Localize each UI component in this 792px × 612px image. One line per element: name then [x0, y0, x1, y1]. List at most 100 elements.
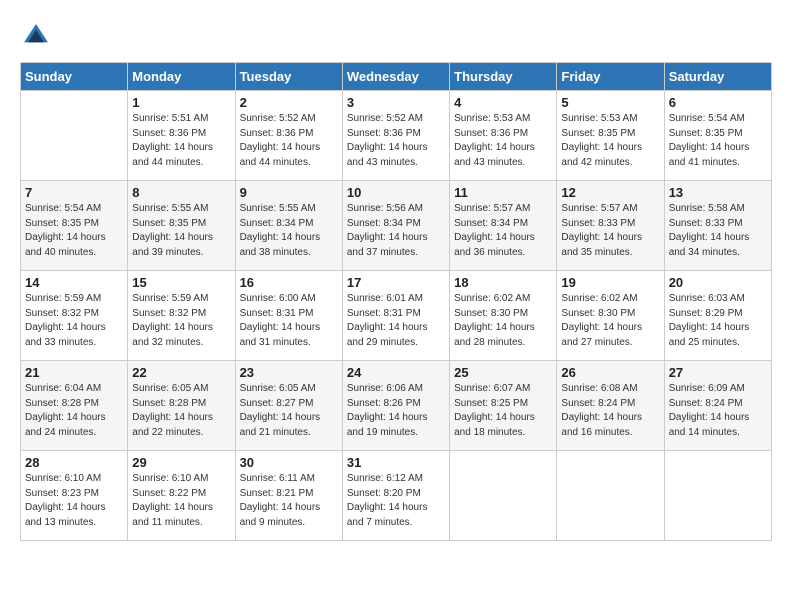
day-number: 11	[454, 185, 552, 200]
week-row-5: 28 Sunrise: 6:10 AMSunset: 8:23 PMDaylig…	[21, 451, 772, 541]
day-number: 3	[347, 95, 445, 110]
day-info: Sunrise: 6:10 AMSunset: 8:23 PMDaylight:…	[25, 472, 123, 530]
day-cell: 30 Sunrise: 6:11 AMSunset: 8:21 PMDaylig…	[235, 451, 342, 541]
day-number: 7	[25, 185, 123, 200]
day-cell: 20 Sunrise: 6:03 AMSunset: 8:29 PMDaylig…	[664, 271, 771, 361]
day-cell: 1 Sunrise: 5:51 AMSunset: 8:36 PMDayligh…	[128, 91, 235, 181]
day-cell: 11 Sunrise: 5:57 AMSunset: 8:34 PMDaylig…	[450, 181, 557, 271]
day-cell: 13 Sunrise: 5:58 AMSunset: 8:33 PMDaylig…	[664, 181, 771, 271]
weekday-header-row: SundayMondayTuesdayWednesdayThursdayFrid…	[21, 63, 772, 91]
day-number: 22	[132, 365, 230, 380]
day-cell: 23 Sunrise: 6:05 AMSunset: 8:27 PMDaylig…	[235, 361, 342, 451]
day-info: Sunrise: 5:55 AMSunset: 8:34 PMDaylight:…	[240, 202, 338, 260]
day-cell: 9 Sunrise: 5:55 AMSunset: 8:34 PMDayligh…	[235, 181, 342, 271]
day-info: Sunrise: 6:12 AMSunset: 8:20 PMDaylight:…	[347, 472, 445, 530]
day-info: Sunrise: 6:04 AMSunset: 8:28 PMDaylight:…	[25, 382, 123, 440]
day-info: Sunrise: 5:57 AMSunset: 8:33 PMDaylight:…	[561, 202, 659, 260]
week-row-3: 14 Sunrise: 5:59 AMSunset: 8:32 PMDaylig…	[21, 271, 772, 361]
day-cell	[557, 451, 664, 541]
day-info: Sunrise: 6:09 AMSunset: 8:24 PMDaylight:…	[669, 382, 767, 440]
day-cell: 15 Sunrise: 5:59 AMSunset: 8:32 PMDaylig…	[128, 271, 235, 361]
day-cell: 16 Sunrise: 6:00 AMSunset: 8:31 PMDaylig…	[235, 271, 342, 361]
day-cell: 27 Sunrise: 6:09 AMSunset: 8:24 PMDaylig…	[664, 361, 771, 451]
day-number: 30	[240, 455, 338, 470]
day-cell: 28 Sunrise: 6:10 AMSunset: 8:23 PMDaylig…	[21, 451, 128, 541]
weekday-saturday: Saturday	[664, 63, 771, 91]
day-number: 21	[25, 365, 123, 380]
day-cell: 17 Sunrise: 6:01 AMSunset: 8:31 PMDaylig…	[342, 271, 449, 361]
day-cell: 4 Sunrise: 5:53 AMSunset: 8:36 PMDayligh…	[450, 91, 557, 181]
day-cell: 21 Sunrise: 6:04 AMSunset: 8:28 PMDaylig…	[21, 361, 128, 451]
day-number: 6	[669, 95, 767, 110]
day-info: Sunrise: 5:54 AMSunset: 8:35 PMDaylight:…	[25, 202, 123, 260]
weekday-wednesday: Wednesday	[342, 63, 449, 91]
day-cell: 24 Sunrise: 6:06 AMSunset: 8:26 PMDaylig…	[342, 361, 449, 451]
day-info: Sunrise: 6:05 AMSunset: 8:27 PMDaylight:…	[240, 382, 338, 440]
calendar-body: 1 Sunrise: 5:51 AMSunset: 8:36 PMDayligh…	[21, 91, 772, 541]
day-info: Sunrise: 5:58 AMSunset: 8:33 PMDaylight:…	[669, 202, 767, 260]
day-number: 23	[240, 365, 338, 380]
calendar-table: SundayMondayTuesdayWednesdayThursdayFrid…	[20, 62, 772, 541]
day-cell: 29 Sunrise: 6:10 AMSunset: 8:22 PMDaylig…	[128, 451, 235, 541]
day-info: Sunrise: 5:59 AMSunset: 8:32 PMDaylight:…	[25, 292, 123, 350]
day-info: Sunrise: 6:01 AMSunset: 8:31 PMDaylight:…	[347, 292, 445, 350]
day-info: Sunrise: 5:54 AMSunset: 8:35 PMDaylight:…	[669, 112, 767, 170]
day-info: Sunrise: 5:52 AMSunset: 8:36 PMDaylight:…	[347, 112, 445, 170]
page-header	[20, 20, 772, 52]
day-info: Sunrise: 5:53 AMSunset: 8:35 PMDaylight:…	[561, 112, 659, 170]
day-cell: 31 Sunrise: 6:12 AMSunset: 8:20 PMDaylig…	[342, 451, 449, 541]
weekday-thursday: Thursday	[450, 63, 557, 91]
day-info: Sunrise: 5:57 AMSunset: 8:34 PMDaylight:…	[454, 202, 552, 260]
day-cell: 10 Sunrise: 5:56 AMSunset: 8:34 PMDaylig…	[342, 181, 449, 271]
day-cell: 3 Sunrise: 5:52 AMSunset: 8:36 PMDayligh…	[342, 91, 449, 181]
day-cell: 2 Sunrise: 5:52 AMSunset: 8:36 PMDayligh…	[235, 91, 342, 181]
day-cell: 8 Sunrise: 5:55 AMSunset: 8:35 PMDayligh…	[128, 181, 235, 271]
week-row-2: 7 Sunrise: 5:54 AMSunset: 8:35 PMDayligh…	[21, 181, 772, 271]
day-number: 13	[669, 185, 767, 200]
day-cell: 14 Sunrise: 5:59 AMSunset: 8:32 PMDaylig…	[21, 271, 128, 361]
calendar-header: SundayMondayTuesdayWednesdayThursdayFrid…	[21, 63, 772, 91]
day-info: Sunrise: 5:56 AMSunset: 8:34 PMDaylight:…	[347, 202, 445, 260]
logo	[20, 20, 56, 52]
day-number: 25	[454, 365, 552, 380]
day-number: 26	[561, 365, 659, 380]
day-info: Sunrise: 5:52 AMSunset: 8:36 PMDaylight:…	[240, 112, 338, 170]
day-cell: 7 Sunrise: 5:54 AMSunset: 8:35 PMDayligh…	[21, 181, 128, 271]
day-number: 1	[132, 95, 230, 110]
day-cell: 6 Sunrise: 5:54 AMSunset: 8:35 PMDayligh…	[664, 91, 771, 181]
day-info: Sunrise: 5:51 AMSunset: 8:36 PMDaylight:…	[132, 112, 230, 170]
day-cell	[664, 451, 771, 541]
logo-icon	[20, 20, 52, 52]
day-number: 17	[347, 275, 445, 290]
day-info: Sunrise: 6:11 AMSunset: 8:21 PMDaylight:…	[240, 472, 338, 530]
day-number: 19	[561, 275, 659, 290]
day-number: 24	[347, 365, 445, 380]
day-info: Sunrise: 6:08 AMSunset: 8:24 PMDaylight:…	[561, 382, 659, 440]
day-number: 16	[240, 275, 338, 290]
day-number: 18	[454, 275, 552, 290]
day-number: 4	[454, 95, 552, 110]
day-info: Sunrise: 6:03 AMSunset: 8:29 PMDaylight:…	[669, 292, 767, 350]
day-info: Sunrise: 6:02 AMSunset: 8:30 PMDaylight:…	[561, 292, 659, 350]
week-row-1: 1 Sunrise: 5:51 AMSunset: 8:36 PMDayligh…	[21, 91, 772, 181]
day-info: Sunrise: 6:02 AMSunset: 8:30 PMDaylight:…	[454, 292, 552, 350]
day-cell: 12 Sunrise: 5:57 AMSunset: 8:33 PMDaylig…	[557, 181, 664, 271]
day-number: 5	[561, 95, 659, 110]
day-number: 27	[669, 365, 767, 380]
weekday-monday: Monday	[128, 63, 235, 91]
day-number: 8	[132, 185, 230, 200]
week-row-4: 21 Sunrise: 6:04 AMSunset: 8:28 PMDaylig…	[21, 361, 772, 451]
day-number: 20	[669, 275, 767, 290]
day-info: Sunrise: 6:10 AMSunset: 8:22 PMDaylight:…	[132, 472, 230, 530]
day-info: Sunrise: 6:00 AMSunset: 8:31 PMDaylight:…	[240, 292, 338, 350]
day-cell: 5 Sunrise: 5:53 AMSunset: 8:35 PMDayligh…	[557, 91, 664, 181]
day-info: Sunrise: 6:06 AMSunset: 8:26 PMDaylight:…	[347, 382, 445, 440]
day-info: Sunrise: 6:07 AMSunset: 8:25 PMDaylight:…	[454, 382, 552, 440]
day-info: Sunrise: 6:05 AMSunset: 8:28 PMDaylight:…	[132, 382, 230, 440]
day-number: 28	[25, 455, 123, 470]
day-number: 14	[25, 275, 123, 290]
weekday-friday: Friday	[557, 63, 664, 91]
day-number: 31	[347, 455, 445, 470]
weekday-sunday: Sunday	[21, 63, 128, 91]
day-cell	[21, 91, 128, 181]
